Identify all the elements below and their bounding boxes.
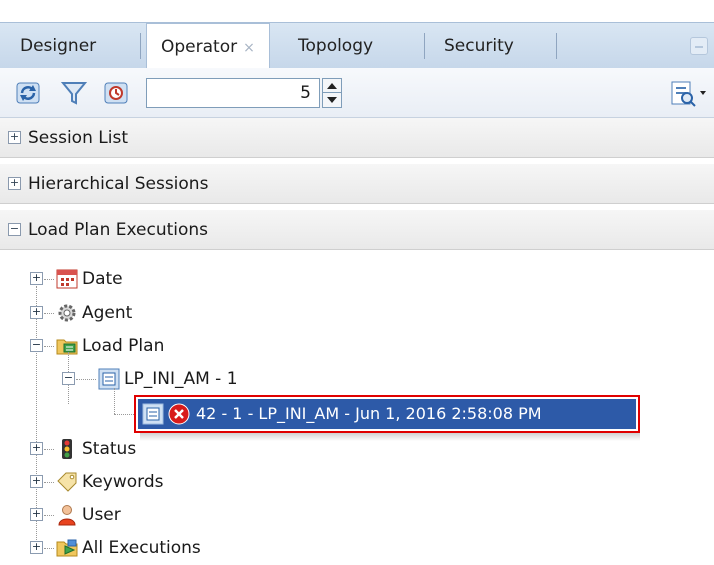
tree-node-label: 42 - 1 - LP_INI_AM - Jun 1, 2016 2:58:08… xyxy=(196,404,542,423)
expand-icon[interactable]: + xyxy=(30,541,43,554)
tab-topology[interactable]: Topology xyxy=(284,23,387,69)
gear-icon xyxy=(58,304,76,322)
tab-operator[interactable]: Operator × xyxy=(146,23,270,70)
section-hierarchical-sessions[interactable]: + Hierarchical Sessions xyxy=(0,164,714,204)
tree-node-label: All Executions xyxy=(82,538,201,558)
maximize-button[interactable] xyxy=(690,37,708,55)
tree-connector xyxy=(114,414,134,415)
tree-node-all-executions[interactable]: + All Executions xyxy=(0,531,714,565)
user-icon xyxy=(58,505,76,526)
tree-node-execution-selected[interactable]: 42 - 1 - LP_INI_AM - Jun 1, 2016 2:58:08… xyxy=(134,395,640,433)
filter-icon[interactable] xyxy=(60,79,88,107)
tree-node-label: Status xyxy=(82,439,137,459)
expand-icon[interactable]: + xyxy=(30,475,43,488)
tree-guide-line xyxy=(114,388,115,414)
error-icon xyxy=(168,403,190,425)
tab-designer-label: Designer xyxy=(20,36,97,56)
tree-connector xyxy=(44,313,54,314)
tree-node-lp-ini-am[interactable]: − LP_INI_AM - 1 xyxy=(0,362,714,396)
section-session-list[interactable]: + Session List xyxy=(0,118,714,158)
expand-toggle-icon[interactable]: + xyxy=(8,131,21,144)
tree-connector xyxy=(44,482,54,483)
tree-connector xyxy=(44,548,54,549)
tree-node-status[interactable]: + Status xyxy=(0,432,714,466)
tree-connector xyxy=(44,449,54,450)
section-load-plan-executions-label: Load Plan Executions xyxy=(28,220,209,240)
tree-node-label: Load Plan xyxy=(82,336,165,356)
tab-divider xyxy=(140,33,141,59)
section-load-plan-executions[interactable]: − Load Plan Executions xyxy=(0,210,714,250)
tree-node-label: Date xyxy=(82,269,123,289)
tree-node-keywords[interactable]: + Keywords xyxy=(0,465,714,499)
expand-icon[interactable]: + xyxy=(30,272,43,285)
load-plan-instance-icon xyxy=(98,368,120,390)
tree-node-user[interactable]: + User xyxy=(0,498,714,532)
tree-connector xyxy=(76,379,96,380)
tree-node-agent[interactable]: + Agent xyxy=(0,296,714,330)
tab-operator-label: Operator xyxy=(161,37,238,57)
section-session-list-label: Session List xyxy=(28,128,128,148)
executions-folder-icon xyxy=(56,539,78,557)
tree-connector xyxy=(44,346,54,347)
refresh-icon[interactable] xyxy=(14,79,42,107)
tree-connector xyxy=(44,279,54,280)
refresh-interval-input[interactable]: 5 xyxy=(146,78,320,108)
calendar-icon xyxy=(56,269,78,289)
tab-divider xyxy=(424,33,425,59)
collapse-icon[interactable]: − xyxy=(30,339,43,352)
tag-icon xyxy=(57,472,77,492)
view-options-icon[interactable] xyxy=(668,79,708,107)
load-plan-folder-icon xyxy=(56,339,78,355)
tab-designer[interactable]: Designer xyxy=(6,23,110,69)
execution-icon xyxy=(142,403,164,425)
expand-icon[interactable]: + xyxy=(30,306,43,319)
collapse-icon[interactable]: − xyxy=(62,372,75,385)
tab-divider xyxy=(556,33,557,59)
tree-node-label: User xyxy=(82,505,121,525)
traffic-light-icon xyxy=(62,439,72,459)
expand-icon[interactable]: + xyxy=(30,508,43,521)
tree-node-label: Keywords xyxy=(82,472,164,492)
tree-connector xyxy=(44,515,54,516)
tab-security-label: Security xyxy=(444,36,514,56)
auto-refresh-icon[interactable] xyxy=(102,79,130,107)
section-hierarchical-sessions-label: Hierarchical Sessions xyxy=(28,174,209,194)
tree-node-label: LP_INI_AM - 1 xyxy=(124,369,238,389)
tree-node-date[interactable]: + Date xyxy=(0,262,714,296)
expand-icon[interactable]: + xyxy=(30,442,43,455)
interval-stepper[interactable] xyxy=(322,78,342,108)
operator-toolbar: 5 xyxy=(0,68,714,118)
tab-topology-label: Topology xyxy=(298,36,374,56)
tab-security[interactable]: Security xyxy=(430,23,528,69)
window-top-strip xyxy=(0,0,714,22)
expand-toggle-icon[interactable]: + xyxy=(8,177,21,190)
tab-close-icon[interactable]: × xyxy=(243,40,255,56)
stepper-down-button[interactable] xyxy=(323,93,341,107)
stepper-up-button[interactable] xyxy=(323,79,341,93)
collapse-toggle-icon[interactable]: − xyxy=(8,223,21,236)
tree-node-label: Agent xyxy=(82,303,133,323)
tree-node-load-plan[interactable]: − Load Plan xyxy=(0,329,714,363)
navigator-tab-bar: Designer Operator × Topology Security xyxy=(0,22,714,70)
